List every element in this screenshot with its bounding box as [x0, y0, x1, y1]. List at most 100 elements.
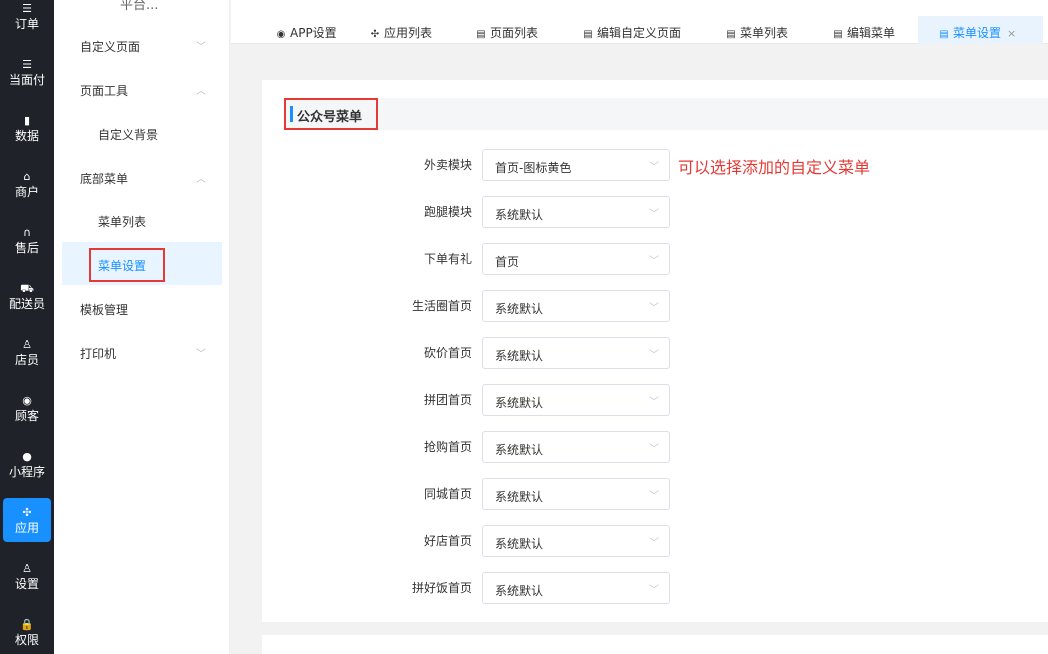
tab-label: 页面列表 [490, 26, 539, 40]
select-value: 系统默认 [495, 490, 544, 504]
rail-item-data[interactable]: ▮ 数据 [0, 114, 54, 143]
rail-item-settings[interactable]: ♙ 设置 [0, 562, 54, 591]
takeout-module-select[interactable]: 首页-图标黄色 ﹀ [482, 149, 670, 181]
bargain-home-select[interactable]: 系统默认 ﹀ [482, 337, 670, 369]
flash-sale-home-select[interactable]: 系统默认 ﹀ [482, 431, 670, 463]
tab-label: 菜单设置 [953, 26, 1002, 40]
select-value: 系统默认 [495, 537, 544, 551]
delivery-icon: ⛟ [20, 282, 34, 295]
grid-icon: ✣ [370, 29, 380, 40]
tab-app-settings[interactable]: ◉ APP设置 [275, 24, 337, 41]
chevron-up-icon: ︿ [196, 86, 206, 97]
customer-icon: ◉ [22, 394, 32, 407]
select-value: 系统默认 [495, 349, 544, 363]
chevron-down-icon: ﹀ [649, 397, 659, 408]
rail-label: 配送员 [8, 297, 45, 311]
rail-label: 权限 [14, 633, 39, 647]
rail-item-permissions[interactable]: 🔒 权限 [0, 618, 54, 647]
chevron-down-icon: ﹀ [196, 349, 206, 360]
tab-label: 编辑菜单 [847, 26, 896, 40]
tab-edit-custom-page[interactable]: ▤ 编辑自定义页面 [582, 24, 681, 41]
form-label: 砍价首页 [423, 346, 472, 360]
store-icon: ⌂ [23, 170, 31, 183]
rail-item-face-pay[interactable]: ☰ 当面付 [0, 58, 54, 87]
form-label: 下单有礼 [423, 252, 472, 266]
rail-label: 数据 [14, 129, 39, 143]
submenu-title: 平台... [120, 0, 159, 13]
tab-menu-settings[interactable]: ▤ 菜单设置 × [938, 24, 1016, 41]
errand-module-select[interactable]: 系统默认 ﹀ [482, 196, 670, 228]
rail-item-merchant[interactable]: ⌂ 商户 [0, 170, 54, 199]
form-label: 外卖模块 [423, 158, 472, 172]
submenu-panel: 平台... 自定义页面 ﹀ 页面工具 ︿ 自定义背景 底部菜单 ︿ 菜单列表 菜… [54, 0, 230, 654]
tab-bar: ◉ APP设置 ✣ 应用列表 ▤ 页面列表 ▤ 编辑自定义页面 ▤ 菜单列表 ▤ 编辑菜单 … [231, 0, 1048, 44]
list-icon: ☰ [22, 58, 32, 71]
rail-item-customer[interactable]: ◉ 顾客 [0, 394, 54, 423]
apps-icon: ✣ [22, 505, 32, 519]
rail-item-delivery[interactable]: ⛟ 配送员 [0, 282, 54, 311]
tab-label: 菜单列表 [740, 26, 789, 40]
rail-label: 商户 [14, 185, 39, 199]
rail-item-orders[interactable]: ☰ 订单 [0, 2, 54, 31]
rail-label: 应用 [14, 520, 39, 535]
tab-label: 应用列表 [384, 26, 433, 40]
tab-page-list[interactable]: ▤ 页面列表 [475, 24, 538, 41]
submenu-item-menu-list[interactable]: 菜单列表 [98, 213, 146, 230]
select-value: 首页-图标黄色 [495, 161, 572, 175]
close-icon[interactable]: × [1007, 27, 1016, 40]
rail-label: 小程序 [8, 465, 45, 479]
page-icon: ▤ [939, 29, 949, 40]
group-meal-home-select[interactable]: 系统默认 ﹀ [482, 572, 670, 604]
form-label: 抢购首页 [423, 440, 472, 454]
rail-label: 订单 [14, 17, 39, 31]
select-value: 系统默认 [495, 396, 544, 410]
rail-item-after-sales[interactable]: ∩ 售后 [0, 226, 54, 255]
lock-icon: 🔒 [20, 618, 34, 631]
main-rail: ☰ 订单 ☰ 当面付 ▮ 数据 ⌂ 商户 ∩ 售后 ⛟ 配送员 ♙ 店员 ◉ 顾… [0, 0, 54, 654]
page-icon: ▤ [726, 29, 736, 40]
chevron-down-icon: ﹀ [649, 209, 659, 220]
settings-user-icon: ♙ [22, 562, 32, 575]
submenu-item-bottom-menu[interactable]: 底部菜单 [80, 170, 128, 187]
list-icon: ☰ [22, 2, 32, 15]
annotation-box [284, 98, 378, 130]
submenu-item-menu-settings[interactable]: 菜单设置 [98, 257, 146, 274]
section-header [286, 98, 1048, 130]
submenu-item-custom-bg[interactable]: 自定义背景 [98, 126, 158, 143]
chevron-down-icon: ﹀ [649, 444, 659, 455]
select-value: 系统默认 [495, 584, 544, 598]
chevron-up-icon: ︿ [196, 174, 206, 185]
tab-label: APP设置 [290, 26, 337, 40]
wechat-icon: ● [22, 450, 32, 463]
chevron-down-icon: ﹀ [649, 256, 659, 267]
select-value: 系统默认 [495, 443, 544, 457]
headset-icon: ∩ [22, 226, 32, 239]
page-icon: ▤ [476, 29, 486, 40]
annotation-text: 可以选择添加的自定义菜单 [678, 158, 871, 177]
good-store-home-select[interactable]: 系统默认 ﹀ [482, 525, 670, 557]
page-icon: ▤ [833, 29, 843, 40]
submenu-item-template-mgmt[interactable]: 模板管理 [80, 301, 128, 318]
rail-item-staff[interactable]: ♙ 店员 [0, 338, 54, 367]
chevron-down-icon: ﹀ [649, 162, 659, 173]
submenu-item-custom-page[interactable]: 自定义页面 [80, 38, 140, 55]
form-label: 生活圈首页 [411, 299, 472, 313]
submenu-item-page-tools[interactable]: 页面工具 [80, 82, 128, 99]
content-card-secondary [262, 635, 1048, 654]
form-label: 好店首页 [423, 534, 472, 548]
tab-edit-menu[interactable]: ▤ 编辑菜单 [832, 24, 895, 41]
chevron-down-icon: ﹀ [649, 491, 659, 502]
chevron-down-icon: ﹀ [649, 538, 659, 549]
local-city-home-select[interactable]: 系统默认 ﹀ [482, 478, 670, 510]
tab-app-list[interactable]: ✣ 应用列表 [369, 24, 432, 41]
rail-item-apps[interactable]: ✣ 应用 [3, 498, 51, 542]
submenu-item-printer[interactable]: 打印机 [80, 345, 116, 362]
form-label: 拼好饭首页 [411, 581, 472, 595]
rail-item-mini-program[interactable]: ● 小程序 [0, 450, 54, 479]
order-gift-select[interactable]: 首页 ﹀ [482, 243, 670, 275]
tab-menu-list[interactable]: ▤ 菜单列表 [725, 24, 788, 41]
group-buy-home-select[interactable]: 系统默认 ﹀ [482, 384, 670, 416]
life-circle-home-select[interactable]: 系统默认 ﹀ [482, 290, 670, 322]
rail-label: 设置 [14, 577, 39, 591]
rail-label: 当面付 [8, 73, 45, 87]
